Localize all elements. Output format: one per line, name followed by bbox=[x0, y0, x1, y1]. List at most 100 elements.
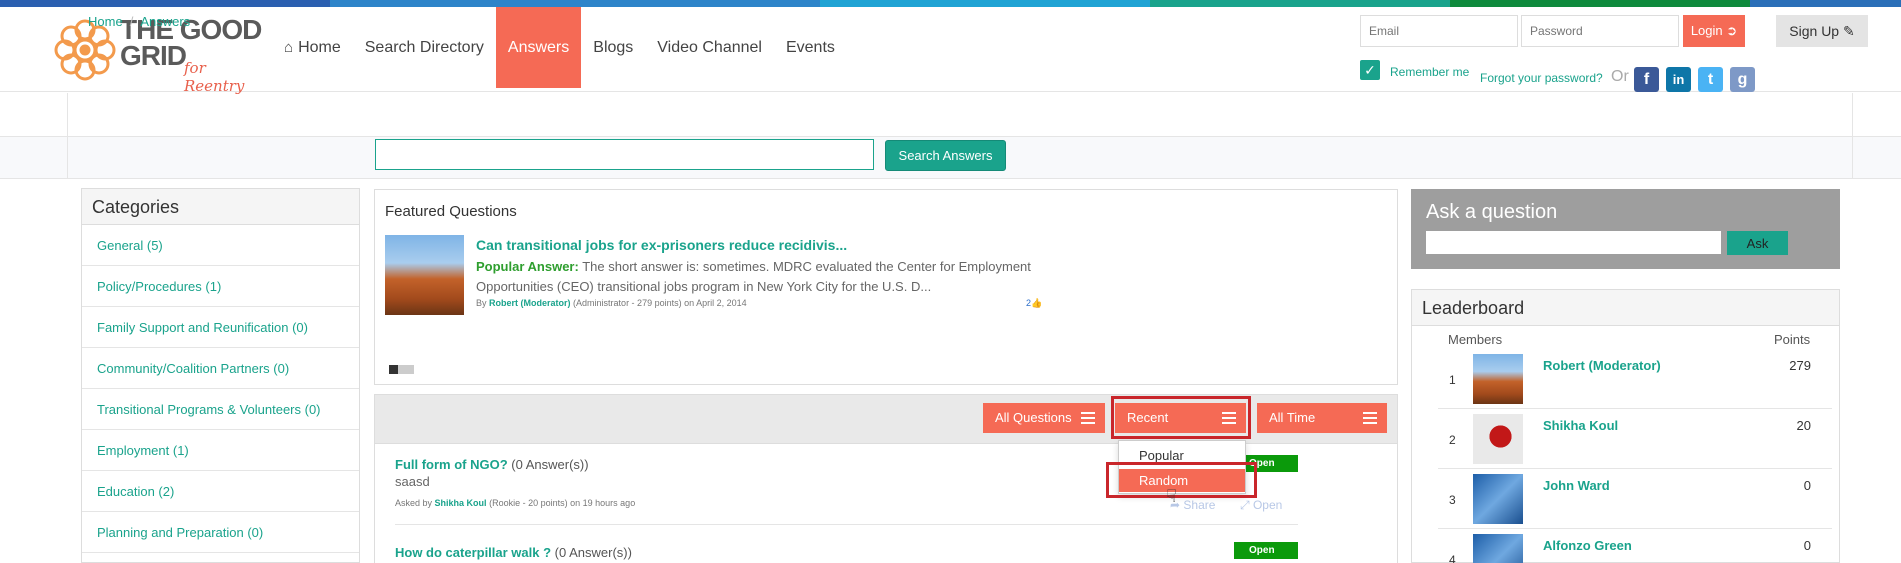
featured-byline: By Robert (Moderator) (Administrator - 2… bbox=[476, 298, 747, 308]
leader-name[interactable]: Robert (Moderator) bbox=[1543, 358, 1661, 373]
featured-author-meta: (Administrator - 279 points) bbox=[573, 298, 682, 308]
category-item[interactable]: Employment (1) bbox=[82, 430, 359, 471]
open-label: Open bbox=[1252, 498, 1283, 512]
password-field[interactable] bbox=[1521, 15, 1679, 47]
strip-segment bbox=[1750, 0, 1901, 7]
twitter-icon[interactable]: t bbox=[1698, 67, 1723, 92]
question-author[interactable]: Shikha Koul bbox=[435, 498, 487, 508]
remember-label: Remember me bbox=[1390, 65, 1470, 79]
nav-events[interactable]: Events bbox=[774, 7, 847, 88]
remember-checkbox[interactable]: ✓ bbox=[1360, 60, 1380, 80]
avatar[interactable] bbox=[1473, 474, 1523, 524]
question-title-text[interactable]: How do caterpillar walk ? bbox=[395, 545, 551, 560]
sign-in-icon: ➲ bbox=[1726, 23, 1738, 38]
filter-all-time[interactable]: All Time bbox=[1257, 403, 1387, 433]
edit-icon: ✎ bbox=[1842, 22, 1855, 39]
thumbs-up-icon: 👍 bbox=[1031, 298, 1043, 308]
question-title[interactable]: Full form of NGO? (0 Answer(s)) bbox=[395, 457, 589, 472]
ask-button[interactable]: Ask bbox=[1727, 231, 1788, 255]
avatar[interactable] bbox=[1473, 354, 1523, 404]
linkedin-icon[interactable]: in bbox=[1666, 67, 1691, 92]
main-nav: ⌂ Home Search Directory Answers Blogs Vid… bbox=[272, 7, 847, 88]
leader-points: 0 bbox=[1803, 538, 1811, 553]
top-color-strip bbox=[0, 0, 1901, 7]
signup-button[interactable]: Sign Up ✎ bbox=[1776, 15, 1868, 47]
breadcrumb-separator: / bbox=[129, 14, 134, 29]
logo-tagline: for Reentry bbox=[184, 59, 245, 95]
open-action[interactable]: ⤢ Open bbox=[1240, 498, 1282, 513]
highlight-recent bbox=[1111, 396, 1251, 439]
featured-likes[interactable]: 2👍 bbox=[1026, 298, 1042, 309]
highlight-random bbox=[1106, 462, 1257, 498]
strip-segment bbox=[820, 0, 1150, 7]
carousel-dot[interactable] bbox=[398, 365, 414, 374]
google-icon[interactable]: g bbox=[1730, 67, 1755, 92]
carousel-dots bbox=[389, 365, 414, 374]
featured-title: Featured Questions bbox=[385, 203, 517, 220]
search-answers-button[interactable]: Search Answers bbox=[885, 140, 1006, 171]
leader-points: 0 bbox=[1803, 478, 1811, 493]
leader-name[interactable]: Shikha Koul bbox=[1543, 418, 1618, 433]
categories-panel: Categories General (5) Policy/Procedures… bbox=[81, 188, 360, 563]
featured-question-link[interactable]: Can transitional jobs for ex-prisoners r… bbox=[476, 237, 847, 253]
leader-rank: 4 bbox=[1449, 553, 1456, 563]
featured-author[interactable]: Robert (Moderator) bbox=[489, 298, 571, 308]
nav-answers[interactable]: Answers bbox=[495, 7, 582, 88]
avatar[interactable] bbox=[1473, 414, 1523, 464]
col-points: Points bbox=[1774, 332, 1811, 347]
strip-segment bbox=[1450, 0, 1750, 7]
login-button[interactable]: Login ➲ bbox=[1683, 15, 1745, 47]
forgot-password-link[interactable]: Forgot your password? bbox=[1480, 71, 1603, 85]
category-item[interactable]: Transitional Programs & Volunteers (0) bbox=[82, 389, 359, 430]
category-item[interactable]: Family Support and Reunification (0) bbox=[82, 307, 359, 348]
carousel-dot-active[interactable] bbox=[389, 365, 398, 374]
leader-name[interactable]: Alfonzo Green bbox=[1543, 538, 1632, 553]
facebook-icon[interactable]: f bbox=[1634, 67, 1659, 92]
menu-icon bbox=[1363, 412, 1377, 424]
question-title-text[interactable]: Full form of NGO? bbox=[395, 457, 508, 472]
category-item[interactable]: Community/Coalition Partners (0) bbox=[82, 348, 359, 389]
ask-question-input[interactable] bbox=[1426, 231, 1721, 254]
breadcrumb: Home / Answers bbox=[88, 14, 190, 29]
site-header: THE GOOD GRID for Reentry ⌂ Home Search D… bbox=[0, 7, 1901, 95]
breadcrumb-current[interactable]: Answers bbox=[140, 14, 190, 29]
leader-rank: 1 bbox=[1449, 373, 1456, 387]
category-item[interactable]: Planning and Preparation (0) bbox=[82, 512, 359, 553]
ask-question-title: Ask a question bbox=[1426, 201, 1558, 223]
featured-date: on April 2, 2014 bbox=[684, 298, 747, 308]
nav-search-directory[interactable]: Search Directory bbox=[353, 7, 496, 88]
question-body: saasd bbox=[395, 474, 430, 489]
nav-home-label: Home bbox=[298, 39, 341, 56]
row-divider bbox=[1438, 528, 1832, 529]
filter-all-questions[interactable]: All Questions bbox=[983, 403, 1105, 433]
breadcrumb-home[interactable]: Home bbox=[88, 14, 123, 29]
login-label: Login bbox=[1690, 23, 1723, 38]
or-label: Or bbox=[1611, 68, 1629, 85]
nav-blogs[interactable]: Blogs bbox=[581, 7, 645, 88]
nav-home[interactable]: ⌂ Home bbox=[272, 7, 353, 88]
avatar[interactable] bbox=[1473, 534, 1523, 563]
category-item[interactable]: Education (2) bbox=[82, 471, 359, 512]
featured-image bbox=[385, 235, 464, 315]
nav-video-channel[interactable]: Video Channel bbox=[645, 7, 774, 88]
category-item[interactable]: Policy/Procedures (1) bbox=[82, 266, 359, 307]
category-item[interactable]: General (5) bbox=[82, 225, 359, 266]
question-title[interactable]: How do caterpillar walk ? (0 Answer(s)) bbox=[395, 545, 632, 560]
question-author-meta: (Rookie - 20 points) bbox=[489, 498, 568, 508]
home-icon: ⌂ bbox=[284, 39, 294, 56]
status-badge: Open bbox=[1234, 542, 1298, 559]
question-meta: Asked by Shikha Koul (Rookie - 20 points… bbox=[395, 498, 635, 508]
leader-points: 20 bbox=[1796, 418, 1811, 433]
email-field[interactable] bbox=[1360, 15, 1518, 47]
breadcrumb-bar bbox=[0, 93, 1901, 137]
share-label: Share bbox=[1183, 498, 1216, 512]
categories-title: Categories bbox=[82, 189, 359, 225]
filter-all-questions-label: All Questions bbox=[995, 410, 1072, 425]
col-members: Members bbox=[1448, 332, 1503, 347]
strip-segment bbox=[330, 0, 820, 7]
search-input[interactable] bbox=[375, 139, 874, 170]
breadcrumb-inner bbox=[67, 93, 1853, 137]
leader-name[interactable]: John Ward bbox=[1543, 478, 1610, 493]
leaderboard-title: Leaderboard bbox=[1412, 290, 1839, 326]
remember-me[interactable]: ✓ Remember me bbox=[1360, 60, 1469, 80]
